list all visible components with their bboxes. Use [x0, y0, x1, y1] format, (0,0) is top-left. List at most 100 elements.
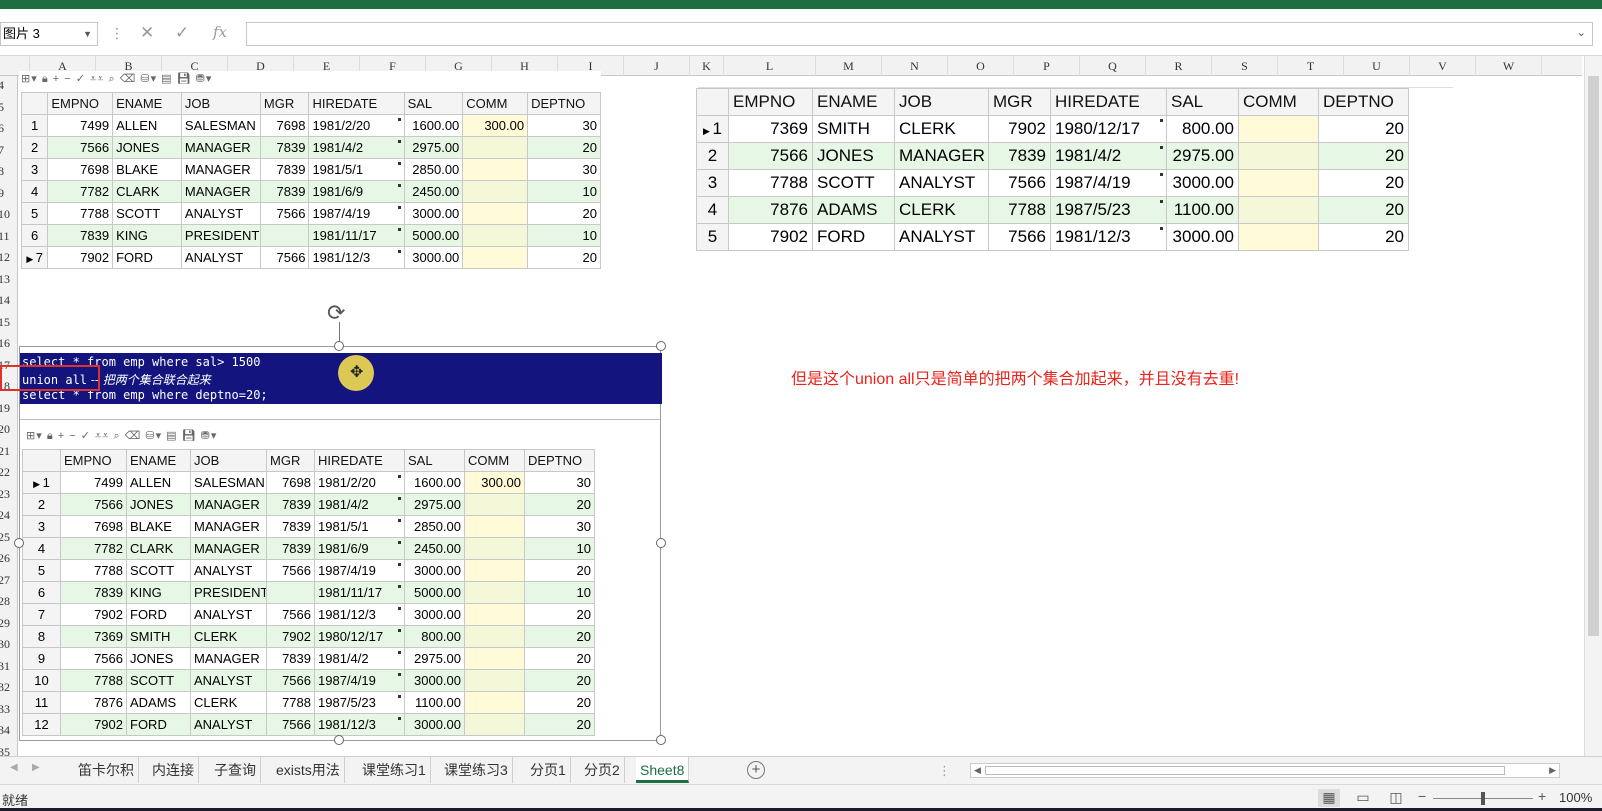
cell-empno[interactable]: 7566: [60, 493, 127, 516]
cell-ename[interactable]: ALLEN: [112, 114, 182, 137]
delete-row-icon[interactable]: −: [64, 73, 71, 85]
cell-job[interactable]: SALESMAN: [190, 471, 267, 494]
cell-hiredate[interactable]: 1981/4/2: [1050, 142, 1167, 170]
grid-menu-icon[interactable]: ⊞▾: [21, 73, 38, 85]
zoom-level[interactable]: 100%: [1559, 790, 1592, 805]
cell-comm[interactable]: [464, 603, 525, 626]
cell-sal[interactable]: 1100.00: [404, 691, 465, 714]
cell-comm[interactable]: [1238, 142, 1319, 170]
zoom-out-icon[interactable]: −: [1418, 788, 1426, 804]
cell-job[interactable]: MANAGER: [180, 158, 261, 181]
cell-mgr[interactable]: 7839: [266, 493, 315, 516]
cell-ename[interactable]: JONES: [112, 136, 182, 159]
grid-col-deptno[interactable]: DEPTNO: [1318, 88, 1409, 116]
cell-ename[interactable]: FORD: [112, 246, 182, 269]
table-row[interactable]: 8 7369 SMITH CLERK 7902 1980/12/17 800.00 20: [22, 625, 595, 648]
grid-col-job[interactable]: JOB: [190, 449, 267, 472]
row-number[interactable]: 5: [20, 202, 49, 225]
row-header-34[interactable]: 34: [0, 719, 17, 741]
column-header-p[interactable]: P: [1014, 56, 1080, 76]
cell-mgr[interactable]: [259, 224, 310, 247]
cell-empno[interactable]: 7902: [60, 713, 127, 736]
cell-ename[interactable]: BLAKE: [126, 515, 191, 538]
cell-ename[interactable]: FORD: [126, 713, 191, 736]
tab-splitter-icon[interactable]: ⋮: [938, 763, 951, 779]
row-header-10[interactable]: 10: [0, 203, 17, 225]
grid-col-comm[interactable]: COMM: [1238, 88, 1319, 116]
normal-view-icon[interactable]: ▦: [1318, 789, 1340, 807]
row-header-24[interactable]: 24: [0, 504, 17, 526]
confirm-icon[interactable]: ✓: [175, 23, 189, 43]
horizontal-scrollbar[interactable]: ◀ ▶: [970, 763, 1560, 778]
row-header-31[interactable]: 31: [0, 655, 17, 677]
row-header-28[interactable]: 28: [0, 590, 17, 612]
row-number[interactable]: 7: [22, 603, 61, 626]
sheet-tab-6[interactable]: 课堂练习3: [440, 757, 513, 783]
cell-hiredate[interactable]: 1981/4/2: [314, 647, 405, 670]
cell-empno[interactable]: 7499: [47, 114, 114, 137]
cell-mgr[interactable]: 7566: [266, 559, 315, 582]
column-header-r[interactable]: R: [1146, 56, 1212, 76]
scroll-right-icon[interactable]: ▶: [1549, 765, 1556, 776]
add-row-icon[interactable]: +: [53, 73, 60, 85]
cell-empno[interactable]: 7788: [728, 169, 813, 197]
post-icon[interactable]: ✓: [81, 430, 91, 442]
scroll-left-icon[interactable]: ◀: [974, 765, 981, 776]
cell-job[interactable]: ANALYST: [190, 669, 267, 692]
resize-handle-left[interactable]: [14, 538, 24, 548]
horizontal-scroll-thumb[interactable]: [985, 766, 1505, 775]
sheet-tab-3[interactable]: 子查询: [210, 757, 261, 783]
grid-corner[interactable]: [696, 88, 729, 116]
rotate-handle-icon[interactable]: ⟳: [327, 300, 345, 326]
cell-job[interactable]: MANAGER: [180, 136, 261, 159]
cell-hiredate[interactable]: 1981/6/9: [308, 180, 405, 203]
row-header-5[interactable]: 5: [0, 96, 17, 118]
row-number[interactable]: 11: [22, 691, 61, 714]
column-header-v[interactable]: V: [1410, 56, 1476, 76]
table-row[interactable]: 10 7788 SCOTT ANALYST 7566 1987/4/19 3000.00 20: [22, 669, 595, 692]
cell-empno[interactable]: 7876: [60, 691, 127, 714]
cell-comm[interactable]: [462, 224, 529, 247]
cell-mgr[interactable]: 7902: [988, 115, 1051, 143]
cell-empno[interactable]: 7566: [47, 136, 114, 159]
cancel-icon[interactable]: ✕: [140, 23, 154, 43]
save-icon[interactable]: 💾︎: [177, 73, 192, 85]
cell-deptno[interactable]: 20: [524, 603, 595, 626]
table-row[interactable]: 12 7902 FORD ANALYST 7566 1981/12/3 3000.00 20: [22, 713, 595, 736]
cell-deptno[interactable]: 20: [524, 713, 595, 736]
cell-sal[interactable]: 5000.00: [404, 581, 465, 604]
sheet-tab-2[interactable]: 内连接: [148, 757, 199, 783]
grid-corner[interactable]: [20, 92, 49, 115]
cell-comm[interactable]: [462, 180, 529, 203]
sheet-tab-7[interactable]: 分页1: [526, 757, 571, 783]
export-icon[interactable]: ⛃▾: [201, 430, 218, 442]
grid-col-comm[interactable]: COMM: [462, 92, 529, 115]
cell-job[interactable]: MANAGER: [190, 537, 267, 560]
export-icon[interactable]: ⛃▾: [196, 73, 213, 85]
cell-sal[interactable]: 3000.00: [404, 713, 465, 736]
name-box-dropdown-icon[interactable]: ▼: [83, 23, 92, 45]
row-number[interactable]: 8: [22, 625, 61, 648]
cell-comm[interactable]: [464, 691, 525, 714]
cell-mgr[interactable]: 7788: [266, 691, 315, 714]
row-header-27[interactable]: 27: [0, 569, 17, 591]
cell-empno[interactable]: 7369: [728, 115, 813, 143]
cell-ename[interactable]: ADAMS: [812, 196, 895, 224]
cell-sal[interactable]: 2975.00: [404, 493, 465, 516]
sheet-tab-5[interactable]: 课堂练习1: [358, 757, 431, 783]
table-row[interactable]: ▶ 7 7902 FORD ANALYST 7566 1981/12/3 3000.00 20: [20, 246, 601, 269]
find-icon[interactable]: ⌕: [114, 430, 121, 442]
add-row-icon[interactable]: +: [58, 430, 65, 442]
cell-ename[interactable]: KING: [126, 581, 191, 604]
cell-ename[interactable]: SCOTT: [126, 559, 191, 582]
cell-comm[interactable]: [1238, 196, 1319, 224]
cell-job[interactable]: PRESIDENT: [190, 581, 267, 604]
row-number[interactable]: 9: [22, 647, 61, 670]
filter-icon[interactable]: ⩡⩡: [90, 73, 104, 85]
cell-hiredate[interactable]: 1980/12/17: [314, 625, 405, 648]
cell-ename[interactable]: SCOTT: [112, 202, 182, 225]
cell-job[interactable]: MANAGER: [894, 142, 989, 170]
cell-hiredate[interactable]: 1981/4/2: [308, 136, 405, 159]
row-header-20[interactable]: 20: [0, 418, 17, 440]
cell-comm[interactable]: [464, 669, 525, 692]
